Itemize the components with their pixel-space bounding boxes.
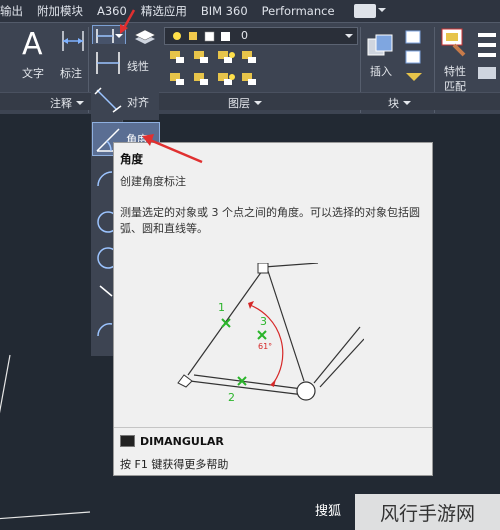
- drawing-canvas[interactable]: [0, 140, 92, 530]
- text-tool-icon[interactable]: A: [22, 27, 43, 62]
- tab-bim360[interactable]: BIM 360: [194, 4, 255, 18]
- layer-state-icons: [173, 31, 230, 42]
- aligned-dim-icon: [94, 87, 122, 113]
- flyout-item-linear[interactable]: 线性: [93, 48, 153, 82]
- layer-tools-icons[interactable]: [168, 47, 278, 91]
- angular-dim-tooltip: 角度 创建角度标注 测量选定的对象或 3 个点之间的角度。可以选择的对象包括圆弧…: [113, 142, 433, 476]
- tooltip-command: DIMANGULAR: [140, 435, 224, 448]
- chevron-down-icon[interactable]: [115, 34, 123, 42]
- point-label-2: 2: [228, 391, 235, 404]
- tooltip-description: 测量选定的对象或 3 个点之间的角度。可以选择的对象包括圆弧、圆和直线等。: [120, 206, 420, 235]
- command-line-icon: [120, 435, 135, 447]
- layer-dropdown[interactable]: 0: [164, 27, 358, 45]
- bicycle-frame-diagram: 1 2 3 61°: [177, 263, 364, 404]
- linear-label: 线性: [127, 60, 149, 73]
- insert-block-icon[interactable]: [366, 33, 394, 59]
- chevron-down-icon: [345, 34, 353, 42]
- linear-dim-icon: [96, 52, 120, 74]
- tooltip-subtitle: 创建角度标注: [120, 175, 186, 188]
- point-label-3: 3: [260, 315, 267, 328]
- tab-addons[interactable]: 附加模块: [30, 3, 90, 19]
- tab-a360[interactable]: A360: [90, 4, 134, 18]
- tooltip-title: 角度: [120, 152, 143, 166]
- match-properties-icon[interactable]: [440, 27, 470, 57]
- aligned-label: 对齐: [127, 96, 149, 109]
- properties-list-icons[interactable]: [476, 31, 500, 91]
- chevron-down-icon: [403, 101, 411, 109]
- tooltip-separator: [114, 427, 432, 428]
- flyout-more-icons[interactable]: [94, 166, 114, 346]
- chevron-down-icon: [76, 101, 84, 109]
- panel-layers-label[interactable]: 图层: [228, 95, 262, 111]
- panel-annotation-label[interactable]: 注释: [50, 95, 84, 111]
- insert-label: 插入: [370, 65, 392, 78]
- linear-dim-icon: [96, 29, 114, 43]
- block-tools-icons[interactable]: [402, 29, 426, 91]
- panel-block-label[interactable]: 块: [388, 95, 411, 111]
- text-tool-label: 文字: [22, 67, 44, 80]
- tab-output[interactable]: 输出: [0, 3, 30, 19]
- tab-performance[interactable]: Performance: [255, 4, 342, 18]
- autocad-window: 输出 附加模块 A360 精选应用 BIM 360 Performance A …: [0, 0, 500, 530]
- point-label-1: 1: [218, 301, 225, 314]
- bottom-text: 搜狐: [315, 504, 342, 519]
- watermark: 风行手游网: [355, 494, 500, 530]
- ribbon-tab-bar: 输出 附加模块 A360 精选应用 BIM 360 Performance: [0, 0, 500, 22]
- flyout-item-aligned[interactable]: 对齐: [93, 84, 153, 118]
- dimension-icon[interactable]: [60, 29, 86, 53]
- tab-featured-apps[interactable]: 精选应用: [134, 3, 194, 19]
- chevron-down-icon: [254, 101, 262, 109]
- angle-value-label: 61°: [258, 342, 272, 351]
- tooltip-help: 按 F1 键获得更多帮助: [120, 458, 229, 471]
- ribbon-panel-labels: 注释 图层 块: [0, 92, 500, 110]
- layers-stack-icon[interactable]: [133, 27, 157, 45]
- annotate-tool-label: 标注: [60, 67, 82, 80]
- workspace-toggle-icon[interactable]: [353, 4, 386, 18]
- layer-current-value: 0: [241, 29, 248, 42]
- match-properties-label-1: 特性: [444, 65, 466, 78]
